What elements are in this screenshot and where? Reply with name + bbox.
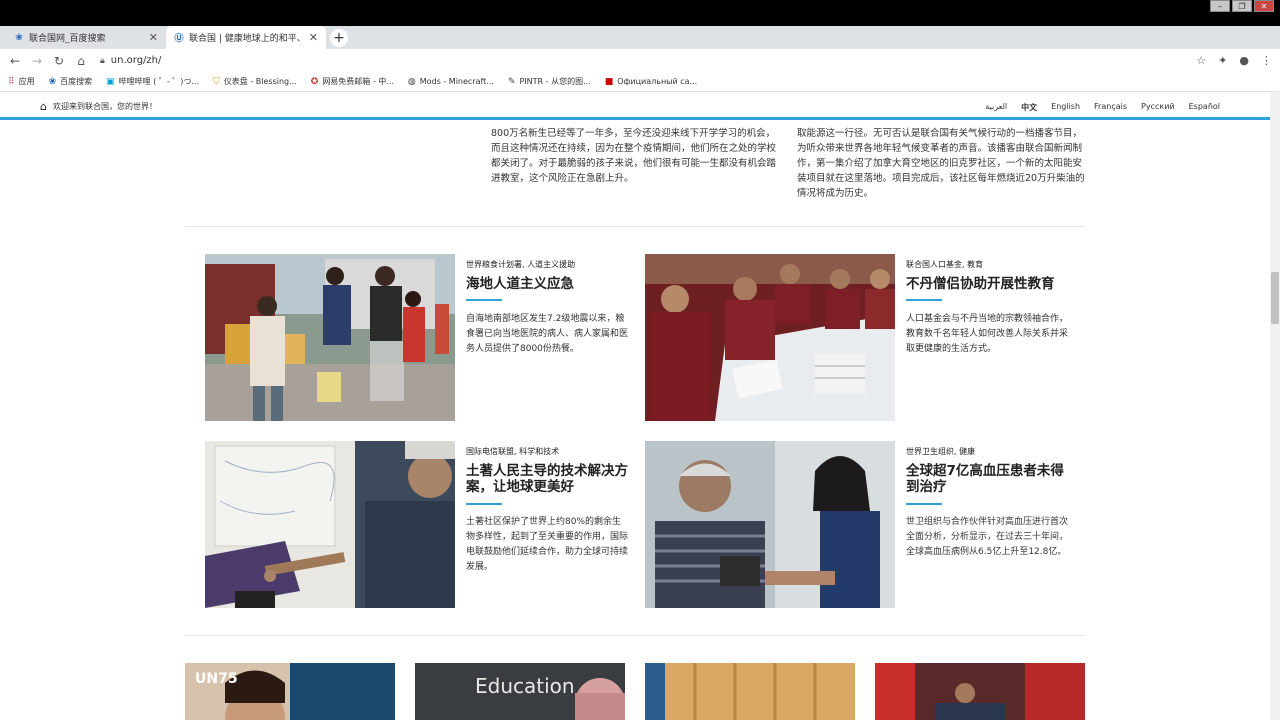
card-meta[interactable]: 国际电信联盟, 科学和技术 <box>466 446 559 457</box>
lang-english[interactable]: English <box>1051 102 1080 113</box>
netease-icon: ✪ <box>310 76 319 87</box>
tab-label: 联合国网_百度搜索 <box>29 34 106 44</box>
bookmark-label: PINTR - 从您的图... <box>519 77 591 86</box>
card-image-indigenous[interactable] <box>205 441 455 608</box>
card-accent-rule <box>466 503 502 505</box>
tab-strip: ❀ 联合国网_百度搜索 ✕ Ⓤ 联合国 | 健康地球上的和平、尊严与平等 ✕ + <box>0 26 1280 49</box>
restore-button[interactable]: ❐ <box>1232 0 1252 12</box>
un-topbar: ⌂ 欢迎来到联合国，您的世界！ العربية 中文 English Franç… <box>0 92 1270 120</box>
red-icon: ■ <box>604 76 614 87</box>
card-accent-rule <box>906 503 942 505</box>
section-divider <box>185 635 1085 636</box>
address-bar: ← → ↻ ⌂ 🔒︎ un.org/zh/ ☆ ✦ ● ⋮ <box>0 49 1280 72</box>
card-image-hypertension[interactable] <box>645 441 895 608</box>
card-title[interactable]: 全球超7亿高血压患者未得到治疗 <box>906 463 1071 495</box>
bookmark-label: 网易免费邮箱 - 中... <box>322 77 394 86</box>
bookmark-apps[interactable]: ⠿ 应用 <box>8 76 35 87</box>
bookmark-bilibili[interactable]: ▣ 哔哩哔哩 ( ゜- ゜)つ... <box>106 76 199 87</box>
close-icon[interactable]: ✕ <box>309 31 318 44</box>
back-icon[interactable]: ← <box>4 54 26 68</box>
lang-french[interactable]: Français <box>1094 102 1127 113</box>
scrollbar-thumb[interactable] <box>1271 272 1279 324</box>
card-meta[interactable]: 世界粮食计划署, 人道主义援助 <box>466 259 575 270</box>
bookmark-label: 仪表盘 - Blessing... <box>223 77 297 86</box>
bookmark-baidu[interactable]: ❀ 百度搜索 <box>49 76 93 87</box>
bookmark-official[interactable]: ■ Официальный са... <box>605 77 697 87</box>
card-image-bhutan[interactable] <box>645 254 895 421</box>
card-meta[interactable]: 世界卫生组织, 健康 <box>906 446 975 457</box>
card-body: 自海地南部地区发生7.2级地震以来，粮食署已向当地医院的病人、病人家属和医务人员… <box>466 314 629 354</box>
home-icon[interactable]: ⌂ <box>70 54 92 68</box>
language-switcher: العربية 中文 English Français Русский Espa… <box>985 102 1220 113</box>
card-accent-rule <box>906 299 942 301</box>
house-icon: ⌂ <box>40 100 47 113</box>
profile-icon[interactable]: ● <box>1239 54 1249 67</box>
thumb-education[interactable]: Education <box>415 663 625 720</box>
tab-label: 联合国 | 健康地球上的和平、尊严与平等 <box>189 34 305 44</box>
extensions-icon[interactable]: ✦ <box>1218 54 1227 67</box>
lock-icon: 🔒︎ <box>100 55 105 66</box>
baidu-icon: ❀ <box>15 32 23 43</box>
bookmark-label: Официальный са... <box>617 77 698 86</box>
bookmark-label: Mods - Minecraft... <box>419 77 494 86</box>
bookmark-netease[interactable]: ✪ 网易免费邮箱 - 中... <box>311 76 394 87</box>
close-icon[interactable]: ✕ <box>149 31 158 44</box>
card-body: 世卫组织与合作伙伴针对高血压进行首次全面分析，分析显示，在过去三十年间，全球高血… <box>906 517 1069 557</box>
welcome-text: 欢迎来到联合国，您的世界！ <box>52 102 157 111</box>
thumb-bamboo[interactable] <box>645 663 855 720</box>
new-tab-button[interactable]: + <box>330 29 348 47</box>
apps-icon: ⠿ <box>8 76 15 87</box>
un75-logo-text: UN75 <box>195 671 238 687</box>
url-text: un.org/zh/ <box>110 55 162 66</box>
card-meta[interactable]: 联合国人口基金, 教育 <box>906 259 983 270</box>
lang-chinese[interactable]: 中文 <box>1021 102 1037 113</box>
thumb-un75[interactable]: UN75 <box>185 663 395 720</box>
window-controls: – ❐ ✕ <box>1210 0 1274 12</box>
previous-story-text-left: 800万名新生已经等了一年多，至今还没迎来线下开学学习的机会，而且这种情况还在持… <box>491 128 777 184</box>
close-window-button[interactable]: ✕ <box>1254 0 1274 12</box>
card-title[interactable]: 海地人道主义应急 <box>466 276 636 292</box>
education-board-text: Education <box>475 674 575 698</box>
star-icon[interactable]: ☆ <box>1196 54 1206 67</box>
forward-icon[interactable]: → <box>26 54 48 68</box>
bookmarks-bar: ⠿ 应用 ❀ 百度搜索 ▣ 哔哩哔哩 ( ゜- ゜)つ... ⛉ 仪表盘 - B… <box>0 72 1280 92</box>
bookmark-pintr[interactable]: ✎ PINTR - 从您的图... <box>508 76 591 87</box>
minimize-button[interactable]: – <box>1210 0 1230 12</box>
reload-icon[interactable]: ↻ <box>48 54 70 68</box>
previous-story-text-right: 取能源这一行径。无可否认是联合国有关气候行动的一档播客节目，为听众带来世界各地年… <box>797 128 1085 199</box>
card-body: 人口基金会与不丹当地的宗教领袖合作，教育数千名年轻人如何改善人际关系并采取更健康… <box>906 314 1069 354</box>
shield-icon: ⛉ <box>213 76 220 87</box>
lang-arabic[interactable]: العربية <box>985 102 1007 113</box>
lang-spanish[interactable]: Español <box>1189 102 1220 113</box>
card-accent-rule <box>466 299 502 301</box>
card-body: 土著社区保护了世界上约80%的剩余生物多样性，起到了至关重要的作用，国际电联鼓励… <box>466 517 629 572</box>
lang-russian[interactable]: Русский <box>1141 102 1175 113</box>
window-titlebar: – ❐ ✕ <box>0 0 1280 26</box>
un-logo-icon: Ⓤ <box>174 34 184 44</box>
menu-icon[interactable]: ⋮ <box>1261 54 1272 67</box>
page-content: ⌂ 欢迎来到联合国，您的世界！ العربية 中文 English Franç… <box>0 92 1270 720</box>
page-scrollbar[interactable] <box>1270 92 1280 720</box>
pen-icon: ✎ <box>507 76 516 87</box>
bookmark-label: 应用 <box>18 77 35 86</box>
card-image-haiti[interactable] <box>205 254 455 421</box>
thumb-street[interactable] <box>875 663 1085 720</box>
bilibili-icon: ▣ <box>106 76 115 87</box>
url-field[interactable]: 🔒︎ un.org/zh/ <box>100 55 1196 66</box>
baidu-icon: ❀ <box>48 76 57 87</box>
tab-un[interactable]: Ⓤ 联合国 | 健康地球上的和平、尊严与平等 ✕ <box>166 26 326 49</box>
bookmark-label: 百度搜索 <box>60 77 93 86</box>
card-title[interactable]: 土著人民主导的技术解决方案，让地球更美好 <box>466 463 631 495</box>
home-link[interactable]: ⌂ 欢迎来到联合国，您的世界！ <box>40 100 157 113</box>
globe-icon: ◍ <box>407 76 416 87</box>
tab-baidu[interactable]: ❀ 联合国网_百度搜索 ✕ <box>6 26 166 49</box>
bookmark-label: 哔哩哔哩 ( ゜- ゜)つ... <box>118 77 200 86</box>
bookmark-blessing[interactable]: ⛉ 仪表盘 - Blessing... <box>213 76 297 87</box>
card-title[interactable]: 不丹僧侣协助开展性教育 <box>906 276 1076 292</box>
section-divider <box>185 226 1085 227</box>
bookmark-mods[interactable]: ◍ Mods - Minecraft... <box>408 77 494 87</box>
